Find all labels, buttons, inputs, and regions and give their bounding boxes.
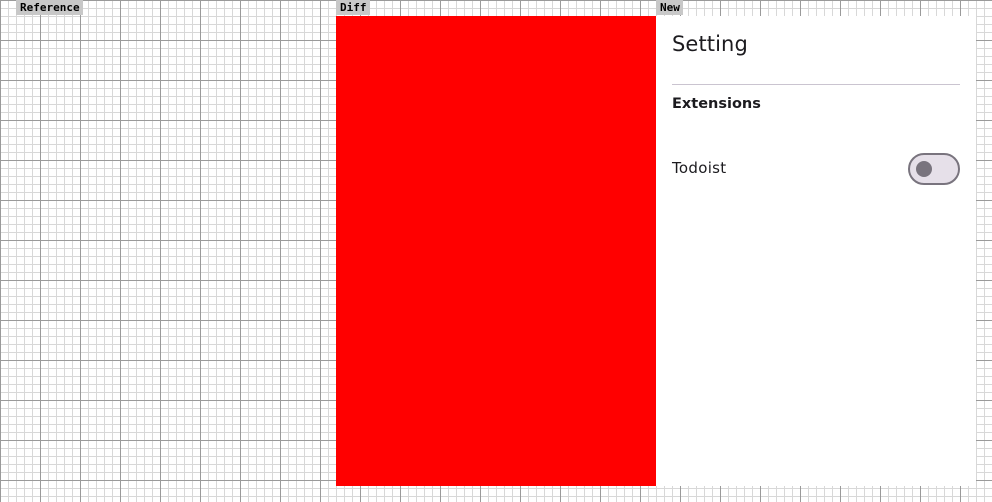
new-panel: Setting Extensions Todoist (656, 16, 976, 486)
todoist-toggle-switch[interactable] (908, 153, 960, 185)
extensions-section-header: Extensions (672, 96, 761, 112)
extension-label: Todoist (672, 159, 727, 177)
new-panel-label: New (656, 0, 683, 15)
reference-panel (16, 16, 336, 486)
diff-panel-label: Diff (336, 0, 370, 15)
settings-title: Setting (672, 32, 748, 56)
switch-thumb (916, 161, 932, 177)
diff-panel (336, 16, 656, 486)
extension-row-todoist: Todoist (672, 152, 960, 186)
title-divider (672, 84, 960, 85)
reference-panel-label: Reference (16, 0, 83, 15)
